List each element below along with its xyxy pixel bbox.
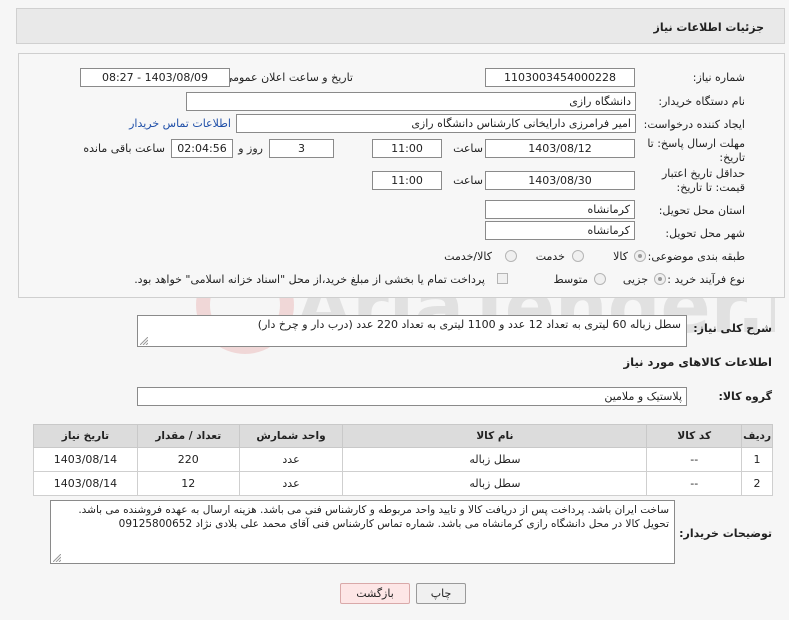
cell-row: 2: [741, 471, 773, 496]
delivery-city-label: شهر محل تحویل:: [665, 227, 745, 240]
treasury-checkbox[interactable]: [497, 273, 508, 284]
creator-label: ایجاد کننده درخواست:: [643, 118, 745, 131]
buyer-org-label: نام دستگاه خریدار:: [658, 95, 745, 108]
reply-time-label: ساعت: [453, 142, 483, 155]
radio-minor-label: جزیی: [622, 273, 648, 286]
announce-datetime-label: تاریخ و ساعت اعلان عمومی:: [220, 71, 353, 84]
goods-table: ردیف کد کالا نام کالا واحد شمارش تعداد /…: [33, 424, 773, 496]
col-name: نام کالا: [342, 424, 648, 448]
goods-info-title: اطلاعات کالاهای مورد نیاز: [623, 355, 772, 369]
panel-header: جزئیات اطلاعات نیاز: [16, 8, 785, 44]
price-time-label: ساعت: [453, 174, 483, 187]
table-row[interactable]: 2 -- سطل زباله عدد 12 1403/08/14: [33, 471, 773, 496]
resize-grip-icon[interactable]: [53, 554, 61, 562]
summary-textarea[interactable]: سطل زباله 60 لیتری به تعداد 12 عدد و 110…: [137, 315, 687, 347]
table-row[interactable]: 1 -- سطل زباله عدد 220 1403/08/14: [33, 447, 773, 472]
delivery-province-field[interactable]: کرمانشاه: [485, 200, 635, 219]
cell-date: 1403/08/14: [33, 471, 138, 496]
buyer-contact-link[interactable]: اطلاعات تماس خریدار: [129, 117, 231, 130]
delivery-city-field[interactable]: کرمانشاه: [485, 221, 635, 240]
cell-qty: 12: [136, 471, 240, 496]
treasury-note: پرداخت تمام یا بخشی از مبلغ خرید،از محل …: [134, 273, 485, 286]
cell-unit: عدد: [238, 447, 344, 472]
table-header-row: ردیف کد کالا نام کالا واحد شمارش تعداد /…: [33, 424, 773, 448]
col-unit: واحد شمارش: [238, 424, 344, 448]
cell-qty: 220: [136, 447, 240, 472]
price-validity-time[interactable]: 11:00: [372, 171, 442, 190]
radio-goods-service[interactable]: [505, 250, 517, 262]
price-validity-label: حداقل تاریخ اعتبار قیمت: تا تاریخ:: [661, 167, 745, 194]
reply-days-field[interactable]: 3: [269, 139, 334, 158]
days-label: روز و: [238, 142, 263, 155]
delivery-province-label: استان محل تحویل:: [658, 204, 745, 217]
cell-name: سطل زباله: [342, 471, 648, 496]
reply-deadline-date[interactable]: 1403/08/12: [485, 139, 635, 158]
cell-unit: عدد: [238, 471, 344, 496]
cell-code: --: [646, 471, 743, 496]
radio-medium[interactable]: [594, 273, 606, 285]
reply-deadline-label: مهلت ارسال پاسخ: تا تاریخ:: [647, 137, 745, 164]
radio-minor[interactable]: [654, 273, 666, 285]
subject-class-label: طبقه بندی موضوعی:: [647, 250, 745, 263]
summary-label: شرح کلی نیاز:: [693, 322, 772, 335]
col-code: کد کالا: [646, 424, 743, 448]
purchase-process-label: نوع فرآیند خرید :: [667, 273, 745, 286]
remaining-label: ساعت باقی مانده: [83, 142, 165, 155]
remaining-time-field[interactable]: 02:04:56: [171, 139, 233, 158]
radio-goods-service-label: کالا/خدمت: [444, 250, 492, 263]
buyer-notes-text: ساخت ایران باشد. پرداخت پس از دریافت کال…: [78, 504, 669, 530]
summary-text: سطل زباله 60 لیتری به تعداد 12 عدد و 110…: [257, 318, 681, 331]
reply-deadline-time[interactable]: 11:00: [372, 139, 442, 158]
cell-date: 1403/08/14: [33, 447, 138, 472]
announce-datetime-field[interactable]: 1403/08/09 - 08:27: [80, 68, 230, 87]
radio-medium-label: متوسط: [553, 273, 588, 286]
resize-grip-icon[interactable]: [140, 337, 148, 345]
cell-name: سطل زباله: [342, 447, 648, 472]
radio-goods-label: کالا: [613, 250, 628, 263]
cell-code: --: [646, 447, 743, 472]
col-date: تاریخ نیاز: [33, 424, 138, 448]
buyer-org-field[interactable]: دانشگاه رازی: [186, 92, 636, 111]
radio-goods[interactable]: [634, 250, 646, 262]
back-button[interactable]: بازگشت: [340, 583, 410, 604]
cell-row: 1: [741, 447, 773, 472]
print-button[interactable]: چاپ: [416, 583, 466, 604]
creator-field[interactable]: امیر فرامرزی دارایخانی کارشناس دانشگاه ر…: [236, 114, 636, 133]
goods-group-label: گروه کالا:: [718, 390, 772, 403]
page-title: جزئیات اطلاعات نیاز: [653, 21, 765, 34]
col-qty: تعداد / مقدار: [136, 424, 240, 448]
need-number-label: شماره نیاز:: [692, 71, 745, 84]
radio-service-label: خدمت: [535, 250, 565, 263]
price-validity-date[interactable]: 1403/08/30: [485, 171, 635, 190]
goods-group-field[interactable]: پلاستیک و ملامین: [137, 387, 687, 406]
col-row: ردیف: [741, 424, 773, 448]
need-number-field[interactable]: 1103003454000228: [485, 68, 635, 87]
radio-service[interactable]: [572, 250, 584, 262]
buyer-notes-label: توضیحات خریدار:: [679, 527, 772, 540]
buyer-notes-textarea[interactable]: ساخت ایران باشد. پرداخت پس از دریافت کال…: [50, 500, 675, 564]
